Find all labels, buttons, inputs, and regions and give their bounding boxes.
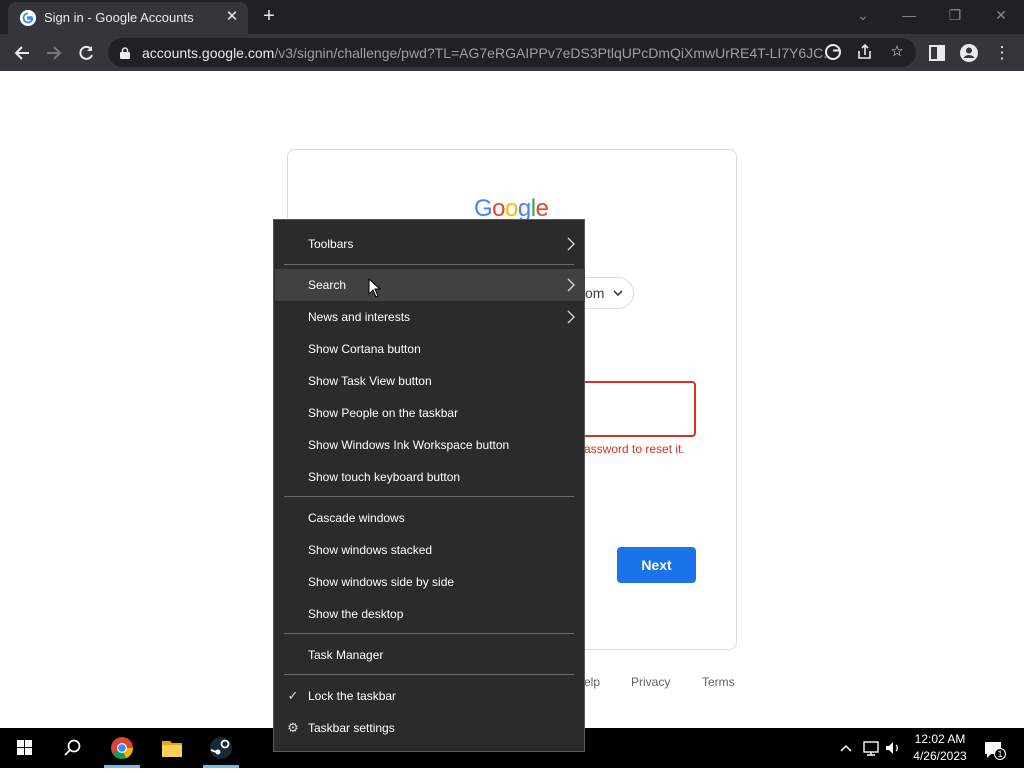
menu-item-search[interactable]: Search: [275, 269, 585, 301]
browser-tab[interactable]: Sign in - Google Accounts ✕: [8, 2, 248, 34]
menu-item-lock-taskbar[interactable]: ✓ Lock the taskbar: [275, 680, 585, 712]
menu-item-label: Task Manager: [308, 648, 384, 662]
new-tab-button[interactable]: +: [258, 5, 280, 27]
taskbar-context-menu: Toolbars Search News and interests Show …: [273, 219, 585, 752]
browser-tab-strip: Sign in - Google Accounts ✕ + ⌄ — ❐ ✕: [0, 0, 1024, 34]
chevron-down-icon: [613, 290, 623, 297]
kebab-menu-icon[interactable]: ⋮: [987, 38, 1017, 68]
menu-item-toolbars[interactable]: Toolbars: [275, 228, 585, 260]
search-icon[interactable]: [50, 728, 94, 768]
menu-item-show-desktop[interactable]: Show the desktop: [275, 598, 585, 630]
menu-item-windows-stacked[interactable]: Show windows stacked: [275, 534, 585, 566]
menu-item-label: Taskbar settings: [308, 721, 395, 735]
forward-arrow-icon[interactable]: [39, 38, 69, 68]
footer-privacy-link[interactable]: Privacy: [631, 675, 670, 689]
tab-title: Sign in - Google Accounts: [44, 10, 194, 25]
mouse-pointer-icon: [368, 277, 382, 298]
chevron-right-icon: [567, 310, 575, 324]
file-explorer-icon[interactable]: [150, 728, 194, 768]
menu-item-label: Show Windows Ink Workspace button: [308, 438, 510, 452]
gear-icon: ⚙: [287, 720, 299, 735]
notification-center-icon[interactable]: 1: [982, 738, 1006, 762]
footer-help-link[interactable]: elp: [584, 675, 600, 689]
menu-item-show-touch-keyboard[interactable]: Show touch keyboard button: [275, 461, 585, 493]
url-domain: accounts.google.com: [142, 45, 275, 61]
menu-item-label: Toolbars: [308, 237, 354, 251]
menu-item-label: Show windows side by side: [308, 575, 455, 589]
menu-separator: [284, 496, 574, 497]
password-error-text: assword to reset it.: [584, 442, 685, 456]
menu-item-label: Lock the taskbar: [308, 689, 397, 703]
menu-separator: [284, 674, 574, 675]
network-icon[interactable]: [862, 738, 880, 758]
window-close-button[interactable]: ✕: [978, 0, 1024, 32]
chevron-up-icon[interactable]: [838, 738, 854, 758]
steam-icon[interactable]: [199, 728, 243, 768]
google-favicon-icon: [20, 10, 36, 26]
logo-letter: o: [492, 195, 506, 222]
menu-item-show-people[interactable]: Show People on the taskbar: [275, 397, 585, 429]
start-button[interactable]: [2, 728, 46, 768]
menu-item-news-and-interests[interactable]: News and interests: [275, 301, 585, 333]
menu-item-label: Show Task View button: [308, 374, 432, 388]
bookmark-star-icon[interactable]: ☆: [886, 41, 908, 63]
menu-item-show-task-view[interactable]: Show Task View button: [275, 365, 585, 397]
account-chip-label: om: [585, 285, 605, 301]
logo-letter: e: [535, 195, 549, 222]
logo-letter: g: [517, 195, 531, 222]
side-panel-icon[interactable]: [922, 38, 952, 68]
system-clock[interactable]: 12:02 AM 4/26/2023: [900, 731, 980, 765]
menu-item-cascade-windows[interactable]: Cascade windows: [275, 502, 585, 534]
menu-item-label: Show touch keyboard button: [308, 470, 461, 484]
restore-button[interactable]: ❐: [932, 0, 978, 32]
menu-item-task-manager[interactable]: Task Manager: [275, 639, 585, 671]
share-icon[interactable]: [854, 41, 876, 63]
google-lens-icon[interactable]: [822, 41, 844, 63]
menu-item-side-by-side[interactable]: Show windows side by side: [275, 566, 585, 598]
clock-date: 4/26/2023: [913, 749, 967, 763]
menu-item-label: News and interests: [308, 310, 411, 324]
menu-item-show-ink-workspace[interactable]: Show Windows Ink Workspace button: [275, 429, 585, 461]
back-arrow-icon[interactable]: [7, 38, 37, 68]
menu-item-label: Show Cortana button: [308, 342, 421, 356]
url-path: /v3/signin/challenge/pwd?TL=AG7eRGAIPPv7…: [274, 45, 832, 61]
profile-avatar-icon[interactable]: [954, 38, 984, 68]
clock-time: 12:02 AM: [914, 732, 966, 746]
menu-item-label: Search: [308, 278, 347, 292]
reload-icon[interactable]: [71, 38, 101, 68]
notification-count-badge: 1: [994, 748, 1006, 760]
browser-toolbar: accounts.google.com/v3/signin/challenge/…: [0, 34, 1024, 71]
logo-letter: G: [474, 195, 493, 222]
minimize-button[interactable]: —: [886, 0, 932, 32]
next-button[interactable]: Next: [617, 547, 696, 583]
address-bar[interactable]: accounts.google.com/v3/signin/challenge/…: [108, 38, 916, 67]
menu-item-label: Cascade windows: [308, 511, 405, 525]
menu-item-label: Show windows stacked: [308, 543, 433, 557]
menu-item-show-cortana[interactable]: Show Cortana button: [275, 333, 585, 365]
menu-item-label: Show People on the taskbar: [308, 406, 459, 420]
tab-close-icon[interactable]: ✕: [222, 7, 242, 27]
checkmark-icon: ✓: [287, 688, 299, 703]
footer-terms-link[interactable]: Terms: [702, 675, 735, 689]
menu-item-label: Show the desktop: [308, 607, 404, 621]
logo-letter: o: [505, 195, 518, 222]
chevron-right-icon: [567, 278, 575, 292]
url-text[interactable]: accounts.google.com/v3/signin/challenge/…: [142, 45, 832, 61]
windows-logo-icon: [17, 740, 32, 755]
menu-separator: [284, 264, 574, 265]
chrome-icon[interactable]: [100, 728, 144, 768]
chevron-right-icon: [567, 237, 575, 251]
tab-search-icon[interactable]: ⌄: [840, 0, 886, 32]
menu-separator: [284, 633, 574, 634]
menu-item-taskbar-settings[interactable]: ⚙ Taskbar settings: [275, 712, 585, 744]
lock-icon[interactable]: [120, 46, 130, 59]
